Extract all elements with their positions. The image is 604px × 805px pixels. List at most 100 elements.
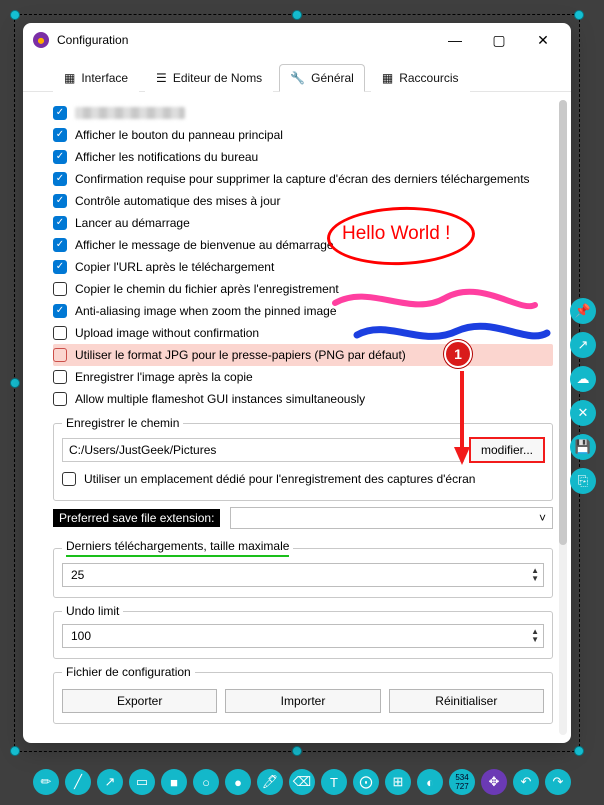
annotation-number-badge[interactable]: 1	[444, 340, 472, 368]
spinner-arrows[interactable]: ▲▼	[531, 567, 539, 583]
resize-handle-se[interactable]	[574, 746, 584, 756]
option-label: Copier le chemin du fichier après l'enre…	[75, 282, 339, 296]
option-checkbox[interactable]	[53, 172, 67, 186]
reset-button[interactable]: Réinitialiser	[389, 689, 544, 713]
layout-icon: ▦	[64, 71, 75, 85]
spinner-arrows[interactable]: ▲▼	[531, 628, 539, 644]
resize-handle-nw[interactable]	[10, 10, 20, 20]
option-checkbox[interactable]	[53, 106, 67, 120]
option-checkbox[interactable]	[53, 348, 67, 362]
config-legend: Fichier de configuration	[62, 665, 195, 679]
wrench-icon: 🔧	[290, 71, 305, 85]
cancel-icon[interactable]: ✕	[570, 400, 596, 426]
modify-button[interactable]: modifier...	[470, 438, 544, 462]
save-icon[interactable]: 💾	[570, 434, 596, 460]
undo-legend: Undo limit	[62, 604, 123, 618]
preferred-ext-select[interactable]: ˅	[230, 507, 553, 529]
marker-tool[interactable]: 🖊	[257, 769, 283, 795]
export-button[interactable]: Exporter	[62, 689, 217, 713]
circle-tool[interactable]: ○	[193, 769, 219, 795]
tab-label: Editeur de Noms	[173, 71, 262, 85]
close-button[interactable]: ✕	[521, 25, 565, 55]
option-checkbox[interactable]	[53, 304, 67, 318]
option-row: Enregistrer l'image après la copie	[53, 366, 553, 388]
option-checkbox[interactable]	[53, 128, 67, 142]
option-label: Afficher le message de bienvenue au déma…	[75, 238, 334, 252]
undo-limit-group: Undo limit 100 ▲▼	[53, 604, 553, 659]
tab-interface[interactable]: ▦ Interface	[53, 64, 139, 92]
app-icon	[33, 32, 49, 48]
option-row: Afficher le message de bienvenue au déma…	[53, 234, 553, 256]
maximize-button[interactable]: ▢	[477, 25, 521, 55]
resize-handle-w[interactable]	[10, 378, 20, 388]
option-checkbox[interactable]	[53, 150, 67, 164]
grid-icon: ▦	[382, 71, 393, 85]
text-tool[interactable]: T	[321, 769, 347, 795]
tab-label: Général	[311, 71, 354, 85]
side-tool-column: 📌 ↗ ☁ ✕ 💾 ⎘	[570, 298, 596, 494]
option-checkbox[interactable]	[53, 260, 67, 274]
option-label: Afficher les notifications du bureau	[75, 150, 258, 164]
counter-tool[interactable]: ⨀	[353, 769, 379, 795]
line-tool[interactable]: ╱	[65, 769, 91, 795]
option-label: Copier l'URL après le téléchargement	[75, 260, 274, 274]
circle-fill-tool[interactable]: ●	[225, 769, 251, 795]
option-label: Lancer au démarrage	[75, 216, 190, 230]
tab-general[interactable]: 🔧 Général	[279, 64, 365, 92]
arrow-tool[interactable]: ↗	[97, 769, 123, 795]
recent-legend: Derniers téléchargements, taille maximal…	[62, 539, 293, 557]
scrollbar-vertical[interactable]	[559, 100, 567, 735]
minimize-button[interactable]: —	[433, 25, 477, 55]
option-row: Copier l'URL après le téléchargement	[53, 256, 553, 278]
resize-handle-s[interactable]	[292, 746, 302, 756]
rect-tool[interactable]: ▭	[129, 769, 155, 795]
option-label: Afficher le bouton du panneau principal	[75, 128, 283, 142]
resize-handle-n[interactable]	[292, 10, 302, 20]
option-label: Anti-aliasing image when zoom the pinned…	[75, 304, 337, 318]
pencil-tool[interactable]: ✏	[33, 769, 59, 795]
tab-bar: ▦ Interface ☰ Editeur de Noms 🔧 Général …	[23, 57, 571, 92]
move-tool[interactable]: ✥	[481, 769, 507, 795]
dedicated-location-label: Utiliser un emplacement dédié pour l'enr…	[84, 472, 475, 486]
rect-fill-tool[interactable]: ■	[161, 769, 187, 795]
option-row: Lancer au démarrage	[53, 212, 553, 234]
save-path-group: Enregistrer le chemin C:/Users/JustGeek/…	[53, 416, 553, 501]
maximize-icon: ▢	[492, 32, 505, 49]
option-checkbox[interactable]	[53, 326, 67, 340]
option-checkbox[interactable]	[53, 216, 67, 230]
eraser-tool[interactable]: ⌫	[289, 769, 315, 795]
copy-icon[interactable]: ⎘	[570, 468, 596, 494]
resize-handle-ne[interactable]	[574, 10, 584, 20]
pixelate-tool[interactable]: ⊞	[385, 769, 411, 795]
option-checkbox[interactable]	[53, 238, 67, 252]
option-checkbox[interactable]	[53, 282, 67, 296]
redo-button[interactable]: ↷	[545, 769, 571, 795]
undo-button[interactable]: ↶	[513, 769, 539, 795]
pin-icon[interactable]: 📌	[570, 298, 596, 324]
option-label: Allow multiple flameshot GUI instances s…	[75, 392, 365, 406]
tab-shortcuts[interactable]: ▦ Raccourcis	[371, 64, 470, 92]
undo-limit-spinner[interactable]: 100 ▲▼	[62, 624, 544, 648]
scroll-thumb[interactable]	[559, 100, 567, 545]
option-row: Contrôle automatique des mises à jour	[53, 190, 553, 212]
option-list: Afficher le bouton du panneau principal A…	[53, 102, 553, 410]
option-row	[53, 102, 553, 124]
option-row: Afficher les notifications du bureau	[53, 146, 553, 168]
option-checkbox[interactable]	[53, 194, 67, 208]
save-path-input[interactable]: C:/Users/JustGeek/Pictures	[62, 438, 464, 462]
option-checkbox[interactable]	[53, 370, 67, 384]
recent-max-size-spinner[interactable]: 25 ▲▼	[62, 563, 544, 587]
text-icon: ☰	[156, 71, 167, 85]
option-checkbox[interactable]	[53, 392, 67, 406]
annotation-text[interactable]: Hello World !	[342, 223, 450, 245]
resize-handle-sw[interactable]	[10, 746, 20, 756]
invert-tool[interactable]: ◐	[417, 769, 443, 795]
dedicated-location-checkbox[interactable]	[62, 472, 76, 486]
cloud-upload-icon[interactable]: ☁	[570, 366, 596, 392]
annotation-arrow[interactable]	[454, 371, 470, 466]
recent-downloads-group: Derniers téléchargements, taille maximal…	[53, 539, 553, 598]
tab-editor-names[interactable]: ☰ Editeur de Noms	[145, 64, 273, 92]
bottom-toolbar: ✏╱↗▭■○●🖊⌫T⨀⊞◐534727✥↶↷	[0, 769, 604, 795]
open-icon[interactable]: ↗	[570, 332, 596, 358]
import-button[interactable]: Importer	[225, 689, 380, 713]
